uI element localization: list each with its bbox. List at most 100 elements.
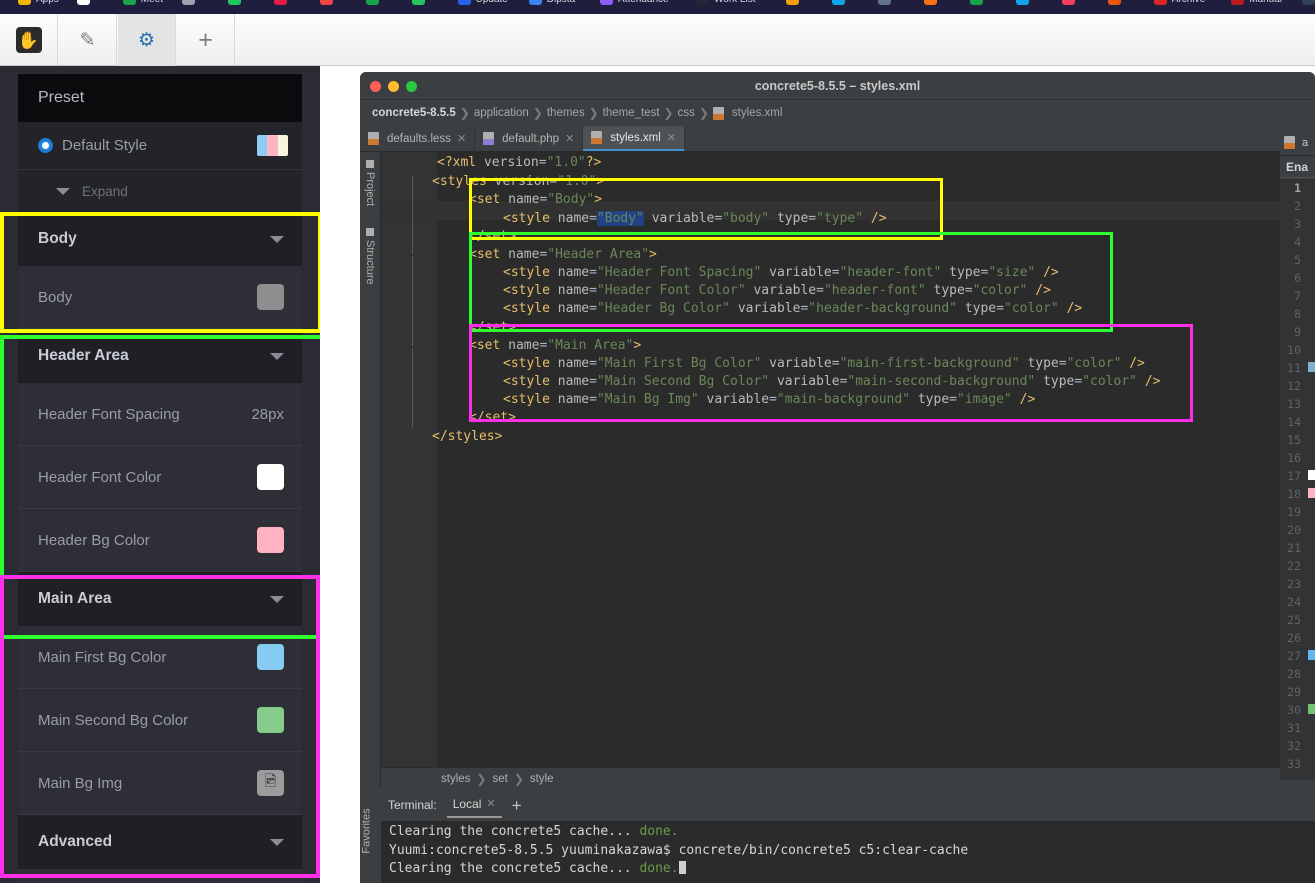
- section-header-header-area[interactable]: Header Area: [18, 329, 302, 383]
- close-icon[interactable]: ✕: [486, 797, 495, 810]
- chevron-down-icon[interactable]: [270, 838, 284, 846]
- section-header-body[interactable]: Body: [18, 212, 302, 266]
- bookmark-favicon[interactable]: [600, 0, 613, 5]
- terminal-output[interactable]: Clearing the concrete5 cache... done. Yu…: [381, 821, 1315, 883]
- sidebar-item-project[interactable]: Project: [364, 160, 376, 206]
- color-swatch-body[interactable]: [257, 284, 284, 310]
- color-swatch-main-second-bg[interactable]: [257, 707, 284, 733]
- bookmark-favicon[interactable]: [319, 0, 333, 5]
- color-swatch-header-bg[interactable]: [257, 527, 284, 553]
- bottom-breadcrumb-style[interactable]: style: [530, 773, 554, 785]
- section-header-advanced[interactable]: Advanced: [18, 815, 302, 869]
- section-header-main-area[interactable]: Main Area: [18, 572, 302, 626]
- bookmark-label[interactable]: Manual: [1249, 0, 1282, 5]
- image-icon[interactable]: 🖻: [257, 770, 284, 796]
- chevron-down-icon[interactable]: [270, 595, 284, 603]
- bottom-breadcrumb-set[interactable]: set: [492, 773, 507, 785]
- preset-default-style-row[interactable]: Default Style: [18, 122, 302, 170]
- breadcrumb-item-application[interactable]: application: [474, 107, 529, 119]
- bookmark-favicon[interactable]: [227, 0, 241, 5]
- bookmark-favicon[interactable]: [181, 0, 195, 5]
- bookmark-favicon[interactable]: [1302, 0, 1315, 5]
- tab-defaults-less[interactable]: defaults.less ✕: [360, 126, 476, 151]
- bookmark-favicon[interactable]: [696, 0, 709, 5]
- bookmark-favicon[interactable]: [1061, 0, 1075, 5]
- bookmark-favicon[interactable]: [831, 0, 845, 5]
- bookmark-favicon[interactable]: [457, 0, 471, 5]
- bookmark-favicon[interactable]: [877, 0, 891, 5]
- color-swatch-header-font[interactable]: [257, 464, 284, 490]
- bookmark-favicon[interactable]: [365, 0, 379, 5]
- gear-icon: ⚙: [137, 29, 156, 51]
- bookmark-favicon[interactable]: [923, 0, 937, 5]
- bookmark-favicon[interactable]: [122, 0, 136, 5]
- close-icon[interactable]: ✕: [565, 132, 574, 145]
- favorites-side-tab[interactable]: Favorites: [360, 787, 381, 883]
- tab-defaults-less-secondary[interactable]: a: [1280, 130, 1315, 156]
- radio-icon[interactable]: [38, 138, 53, 153]
- bookmark-favicon[interactable]: [273, 0, 287, 5]
- option-row-main-first-bg-color[interactable]: Main First Bg Color: [18, 626, 302, 689]
- tab-styles-xml[interactable]: styles.xml ✕: [583, 126, 685, 151]
- breadcrumb-item-theme-test[interactable]: theme_test: [603, 107, 660, 119]
- terminal-status: done.: [639, 861, 679, 876]
- bookmark-favicon[interactable]: [411, 0, 425, 5]
- bookmark-label[interactable]: Update: [476, 0, 508, 5]
- bookmark-favicon[interactable]: [1107, 0, 1121, 5]
- browser-bookmark-bar[interactable]: Apps Meet Update Dipsta Attendance Work List A…: [0, 0, 1315, 14]
- editor-gutter[interactable]: [381, 152, 437, 847]
- xml-file-icon: [591, 131, 603, 144]
- terminal-tab-local[interactable]: Local ✕: [446, 793, 502, 818]
- bookmark-favicon[interactable]: [18, 0, 31, 5]
- bookmark-favicon[interactable]: [76, 0, 90, 5]
- bookmark-label[interactable]: Attendance: [618, 0, 669, 5]
- window-controls[interactable]: [370, 81, 417, 92]
- option-row-main-bg-img[interactable]: Main Bg Img 🖻: [18, 752, 302, 815]
- ide-title-bar[interactable]: concrete5-8.5.5 – styles.xml: [360, 72, 1315, 100]
- option-row-main-second-bg-color[interactable]: Main Second Bg Color: [18, 689, 302, 752]
- bookmark-label[interactable]: Work List: [714, 0, 756, 5]
- preset-swatch-band-1: [257, 135, 268, 156]
- code-text[interactable]: <?xml version="1.0"?> <styles version="1…: [432, 152, 1237, 847]
- chevron-down-icon[interactable]: [270, 235, 284, 243]
- section-title: Main Area: [38, 590, 112, 607]
- option-label: Main Bg Img: [38, 774, 123, 792]
- option-row-header-bg-color[interactable]: Header Bg Color: [18, 509, 302, 572]
- maximize-icon[interactable]: [406, 81, 417, 92]
- color-swatch-main-first-bg[interactable]: [257, 644, 284, 670]
- close-icon[interactable]: ✕: [667, 131, 676, 144]
- bookmark-label[interactable]: Dipsta: [547, 0, 575, 5]
- option-row-header-font-spacing[interactable]: Header Font Spacing 28px: [18, 383, 302, 446]
- breadcrumb-item-project[interactable]: concrete5-8.5.5: [372, 107, 456, 119]
- plus-icon[interactable]: +: [512, 797, 522, 814]
- edit-mode-button[interactable]: ✎: [59, 14, 117, 66]
- bookmark-favicon[interactable]: [1231, 0, 1245, 5]
- close-icon[interactable]: [370, 81, 381, 92]
- secondary-pane-gutter[interactable]: 1 2 3 4 5 6 7 8 9 10 11 12 13 14 15 16 1…: [1280, 179, 1315, 780]
- option-row-header-font-color[interactable]: Header Font Color: [18, 446, 302, 509]
- bookmark-label[interactable]: Archive: [1172, 0, 1205, 5]
- bookmark-label[interactable]: Apps: [36, 0, 59, 5]
- add-button[interactable]: +: [177, 14, 235, 66]
- bookmark-favicon[interactable]: [528, 0, 542, 5]
- tab-default-php[interactable]: default.php ✕: [475, 126, 584, 151]
- preset-swatch[interactable]: [257, 135, 288, 156]
- chevron-down-icon[interactable]: [270, 352, 284, 360]
- bookmark-favicon[interactable]: [785, 0, 799, 5]
- bookmark-favicon[interactable]: [1153, 0, 1167, 5]
- bookmark-label[interactable]: Meet: [141, 0, 163, 5]
- breadcrumb-item-css[interactable]: css: [678, 107, 695, 119]
- bookmark-favicon[interactable]: [1015, 0, 1029, 5]
- bottom-breadcrumb-styles[interactable]: styles: [441, 773, 470, 785]
- tab-label: defaults.less: [387, 132, 451, 145]
- breadcrumb-item-themes[interactable]: themes: [547, 107, 585, 119]
- option-row-body[interactable]: Body: [18, 266, 302, 329]
- close-icon[interactable]: ✕: [457, 132, 466, 145]
- breadcrumb-item-styles-xml[interactable]: styles.xml: [732, 107, 782, 119]
- minimize-icon[interactable]: [388, 81, 399, 92]
- concrete5-logo-button[interactable]: ✋: [0, 14, 58, 66]
- settings-button[interactable]: ⚙: [118, 14, 176, 66]
- sidebar-item-structure[interactable]: Structure: [364, 228, 376, 285]
- bookmark-favicon[interactable]: [969, 0, 983, 5]
- expand-row[interactable]: Expand: [18, 170, 302, 212]
